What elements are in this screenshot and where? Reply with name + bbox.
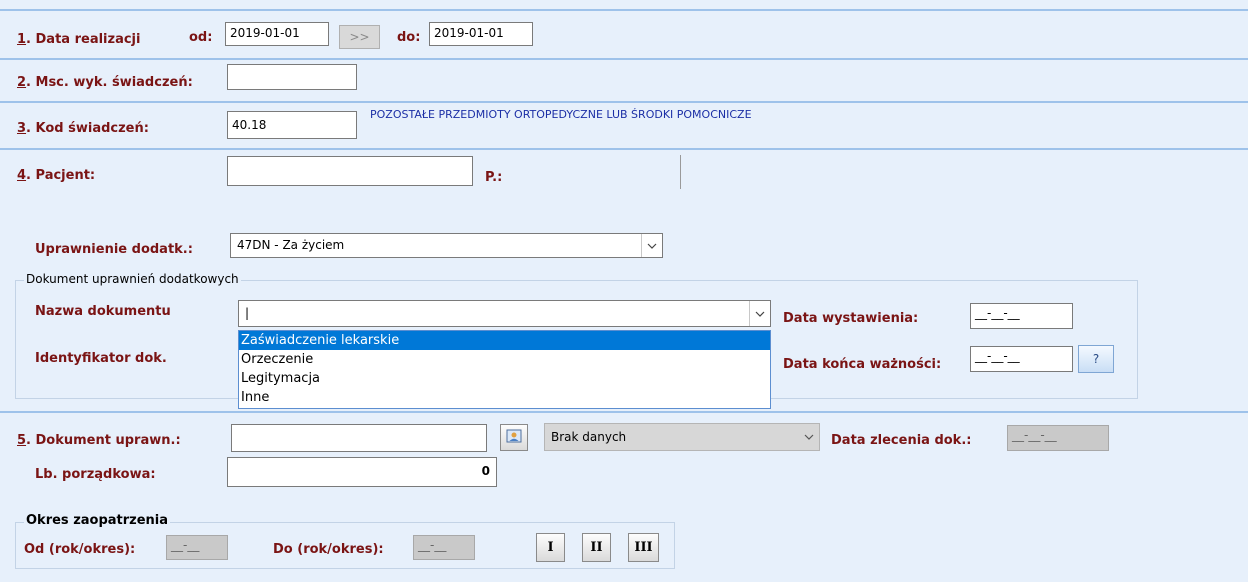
lb-porzadkowa-input[interactable]: 0 bbox=[227, 457, 497, 487]
do-rok-label: Do (rok/okres): bbox=[273, 542, 384, 557]
data-wystawienia-label: Data wystawienia: bbox=[783, 311, 919, 326]
date-from-input[interactable]: 2019-01-01 bbox=[225, 22, 329, 46]
dokument-uprawn-input[interactable] bbox=[231, 424, 487, 452]
pacjent-input[interactable] bbox=[227, 156, 473, 186]
identyfikator-label: Identyfikator dok. bbox=[35, 351, 167, 366]
kod-swiadczen-label: 3. Kod świadczeń: bbox=[17, 121, 149, 136]
copy-date-button[interactable]: >> bbox=[339, 25, 380, 49]
dropdown-option-zaswiadczenie[interactable]: Zaświadczenie lekarskie bbox=[239, 331, 770, 350]
dropdown-option-orzeczenie[interactable]: Orzeczenie bbox=[239, 350, 770, 369]
lookup-button[interactable] bbox=[500, 424, 528, 451]
separator bbox=[0, 411, 1248, 413]
separator bbox=[0, 148, 1248, 150]
person-card-icon bbox=[506, 428, 522, 447]
data-realizacji-label: 1. Data realizacji bbox=[17, 32, 141, 47]
lb-porzadkowa-label: Lb. porządkowa: bbox=[35, 467, 156, 482]
data-zlecenia-label: Data zlecenia dok.: bbox=[831, 433, 972, 448]
chevron-down-icon[interactable] bbox=[641, 234, 662, 257]
status-select[interactable]: Brak danych bbox=[544, 423, 820, 451]
divider bbox=[680, 155, 681, 189]
date-to-input[interactable]: 2019-01-01 bbox=[429, 22, 533, 46]
data-zlecenia-input[interactable]: __-__-__ bbox=[1007, 425, 1109, 451]
nazwa-dokumentu-value: | bbox=[245, 306, 250, 320]
do-rok-input[interactable]: __-__ bbox=[413, 535, 475, 560]
od-rok-label: Od (rok/okres): bbox=[24, 542, 136, 557]
okres-title: Okres zaopatrzenia bbox=[24, 513, 171, 528]
period-1-button[interactable]: I bbox=[536, 533, 565, 562]
msc-wyk-input[interactable] bbox=[227, 64, 357, 90]
nazwa-dokumentu-dropdown: Zaświadczenie lekarskie Orzeczenie Legit… bbox=[238, 330, 771, 409]
kod-description: POZOSTAŁE PRZEDMIOTY ORTOPEDYCZNE LUB ŚR… bbox=[370, 108, 752, 121]
dropdown-option-legitymacja[interactable]: Legitymacja bbox=[239, 369, 770, 388]
data-konca-label: Data końca ważności: bbox=[783, 357, 942, 372]
status-value: Brak danych bbox=[551, 430, 627, 444]
od-rok-input[interactable]: __-__ bbox=[166, 535, 228, 560]
help-button[interactable]: ? bbox=[1078, 345, 1114, 373]
msc-wyk-label: 2. Msc. wyk. świadczeń: bbox=[17, 75, 193, 90]
do-label: do: bbox=[397, 30, 421, 45]
data-wystawienia-input[interactable]: __-__-__ bbox=[970, 303, 1073, 329]
dokument-uprawn-label: 5. Dokument uprawn.: bbox=[17, 433, 181, 448]
period-3-button[interactable]: III bbox=[628, 533, 659, 562]
data-konca-input[interactable]: __-__-__ bbox=[970, 346, 1073, 372]
uprawnienie-value: 47DN - Za życiem bbox=[237, 238, 345, 252]
kod-swiadczen-input[interactable]: 40.18 bbox=[227, 111, 357, 139]
pacjent-label: 4. Pacjent: bbox=[17, 168, 96, 183]
separator bbox=[0, 58, 1248, 60]
uprawnienie-label: Uprawnienie dodatk.: bbox=[35, 242, 193, 257]
chevron-down-icon[interactable] bbox=[798, 424, 819, 450]
chevron-down-icon[interactable] bbox=[749, 301, 770, 326]
separator bbox=[0, 101, 1248, 103]
period-2-button[interactable]: II bbox=[582, 533, 611, 562]
nazwa-dokumentu-label: Nazwa dokumentu bbox=[35, 304, 171, 319]
nazwa-dokumentu-select[interactable]: | bbox=[238, 300, 771, 327]
separator bbox=[0, 9, 1248, 11]
uprawnienie-select[interactable]: 47DN - Za życiem bbox=[230, 233, 663, 258]
dropdown-option-inne[interactable]: Inne bbox=[239, 388, 770, 407]
group-title: Dokument uprawnień dodatkowych bbox=[24, 272, 241, 286]
p-label: P.: bbox=[485, 170, 503, 185]
od-label: od: bbox=[189, 30, 213, 45]
